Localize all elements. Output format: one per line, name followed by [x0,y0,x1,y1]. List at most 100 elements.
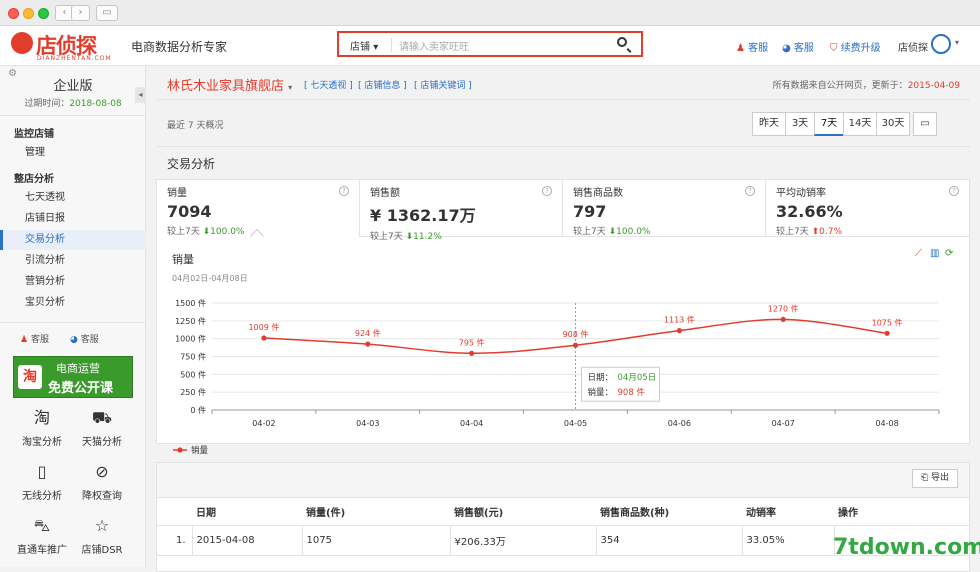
sales-line-chart: 1500 件 1250 件 1000 件 750 件 500 件 250 件 0 件 04-0… [173,298,940,456]
forward-button[interactable]: › [71,5,90,21]
data-point[interactable] [884,330,890,336]
range-tab-4[interactable]: 30天 [876,112,910,136]
table-header-cell[interactable]: 销售商品数(种) [596,499,742,525]
tool-star[interactable]: ☆ 店铺DSR [72,516,132,556]
link-shop-info[interactable]: [ 店铺信息 ] [358,78,407,91]
collapse-sidebar-button[interactable]: ◂ [135,87,146,103]
tool-tmall[interactable]: ⛟ 天猫分析 [72,408,132,448]
calendar-icon[interactable]: ▭ [913,112,937,136]
search-icon[interactable] [617,37,627,47]
line-chart-icon[interactable]: ⟋ [915,248,922,259]
cart-icon: ⛉ [830,43,838,54]
sidebar-item-trade-analysis[interactable]: 交易分析 [0,230,146,250]
range-tab-1[interactable]: 3天 [785,112,815,136]
window-titlebar: ‹ › ▭ [0,0,980,26]
bar-chart-icon[interactable]: ▥ [930,248,939,259]
data-point[interactable] [572,342,579,348]
minimize-window-button[interactable] [23,8,34,19]
sidebar-item-traffic-analysis[interactable]: 引流分析 [0,251,146,271]
tooltip-sales-label: 销量： [588,387,614,398]
metric-0[interactable]: 销量? 7094 较上7天 ⬇100.0% [157,180,360,237]
data-point[interactable] [365,341,371,347]
qq-service-link-2[interactable]: ◕ 客服 [782,39,814,54]
metric-3[interactable]: 平均动销率? 32.66% 较上7天 ⬆0.7% [766,180,969,237]
table-header-cell[interactable]: 操作 [834,499,969,525]
logo-icon [11,32,33,54]
sidebar-toggle-button[interactable]: ▭ [96,5,118,21]
sidebar: ⚙ 企业版 过期时间：2018-08-08 ◂ 监控店铺 管理 整店分析 七天透… [0,67,146,567]
data-label: 908 件 [563,329,589,339]
legend-label[interactable]: 销量 [191,445,209,456]
x-tick-label: 04-07 [772,419,795,428]
search-category-select[interactable]: 店铺 ▾ [350,38,378,53]
taobao-icon: 淘 [33,408,50,427]
table-header-cell[interactable]: 动销率 [742,499,834,525]
renew-upgrade-link[interactable]: ⛉ 续费升级 [830,39,881,54]
user-menu[interactable]: 店侦探 [898,39,928,54]
edition-label: 企业版 [53,79,93,94]
metric-value: 32.66% [776,202,843,221]
tool-taobao[interactable]: 淘淘宝分析 [12,408,72,448]
range-tab-0[interactable]: 昨天 [752,112,786,136]
x-tick-label: 04-03 [356,419,379,428]
range-tab-3[interactable]: 14天 [843,112,877,136]
range-tabs: 昨天 3天 7天 14天 30天 ▭ [752,112,962,136]
shop-name[interactable]: 林氏木业家具旗舰店 ▾ [167,75,292,94]
sidebar-item-manage[interactable]: 管理 [0,143,146,163]
table-header-cell[interactable]: 日期 [192,499,302,525]
tool-label: 直通车推广 [17,545,67,556]
data-label: 1009 件 [248,322,279,332]
shop-analysis-title: 整店分析 [14,174,54,185]
search-input[interactable]: 请输入卖家旺旺 [399,38,469,53]
course-banner[interactable]: 淘 电商运营 免费公开课 [13,356,133,398]
close-window-button[interactable] [8,8,19,19]
user-chevron-down-icon[interactable]: ▾ [955,38,959,47]
metric-2[interactable]: 销售商品数? 797 较上7天 ⬇100.0% [563,180,766,237]
data-point[interactable] [676,328,682,334]
metric-1[interactable]: 销售额? ¥ 1362.17万 较上7天 ⬇11.2% [360,180,563,242]
legend-swatch-marker [177,447,183,453]
link-shop-keywords[interactable]: [ 店铺关键词 ] [414,78,472,91]
refresh-icon[interactable]: ⟳ [945,248,953,259]
tool-mobile[interactable]: ▯ 无线分析 [12,462,72,502]
sidebar-item-product-analysis[interactable]: 宝贝分析 [0,293,146,313]
tool-eye-off[interactable]: ⊘ 降权查询 [72,462,132,502]
y-tick-label: 750 件 [180,352,206,362]
help-icon[interactable]: ? [339,186,349,196]
tool-label: 降权查询 [82,491,122,502]
export-button[interactable]: ⎗ 导出 [912,469,958,488]
tmall-icon: ⛟ [91,408,113,427]
qq-service-link-1[interactable]: ♟ 客服 [736,39,768,54]
data-point[interactable] [780,316,786,323]
shop-search-box[interactable]: 店铺 ▾ 请输入卖家旺旺 [337,31,643,57]
eye-off-icon: ⊘ [95,462,109,481]
range-tab-2[interactable]: 7天 [814,112,844,136]
export-icon: ⎗ [920,473,929,483]
sidebar-service-link-1[interactable]: ♟ 客服 [20,332,49,345]
tool-label: 淘宝分析 [22,437,62,448]
avatar[interactable] [931,34,951,54]
data-label: 795 件 [459,337,485,347]
logo-subtext: DIANZHENTAN.COM [37,55,112,62]
sidebar-item-marketing-analysis[interactable]: 营销分析 [0,272,146,292]
y-tick-label: 500 件 [180,369,206,379]
data-point[interactable] [261,335,267,341]
help-icon[interactable]: ? [949,186,959,196]
table-header-cell[interactable]: 销售额(元) [450,499,596,525]
help-icon[interactable]: ? [542,186,552,196]
metric-value: ¥ 1362.17万 [370,206,476,225]
tool-label: 天猫分析 [82,437,122,448]
metric-compare: 较上7天 ⬇11.2% [370,232,442,242]
table-cell: 2015-04-08 [191,525,302,555]
help-icon[interactable]: ? [745,186,755,196]
maximize-window-button[interactable] [38,8,49,19]
metric-label: 销量 [167,188,187,199]
link-seven-day[interactable]: [ 七天透视 ] [304,78,353,91]
sidebar-item-daily-report[interactable]: 店铺日报 [0,209,146,229]
data-point[interactable] [469,350,475,356]
data-label: 1270 件 [768,303,799,313]
sidebar-item-seven-day[interactable]: 七天透视 [0,188,146,208]
table-header-cell[interactable]: 销量(件) [302,499,450,525]
tool-car[interactable]: ⛍ 直通车推广 [12,516,72,556]
sidebar-service-link-2[interactable]: ◕ 客服 [70,332,99,345]
